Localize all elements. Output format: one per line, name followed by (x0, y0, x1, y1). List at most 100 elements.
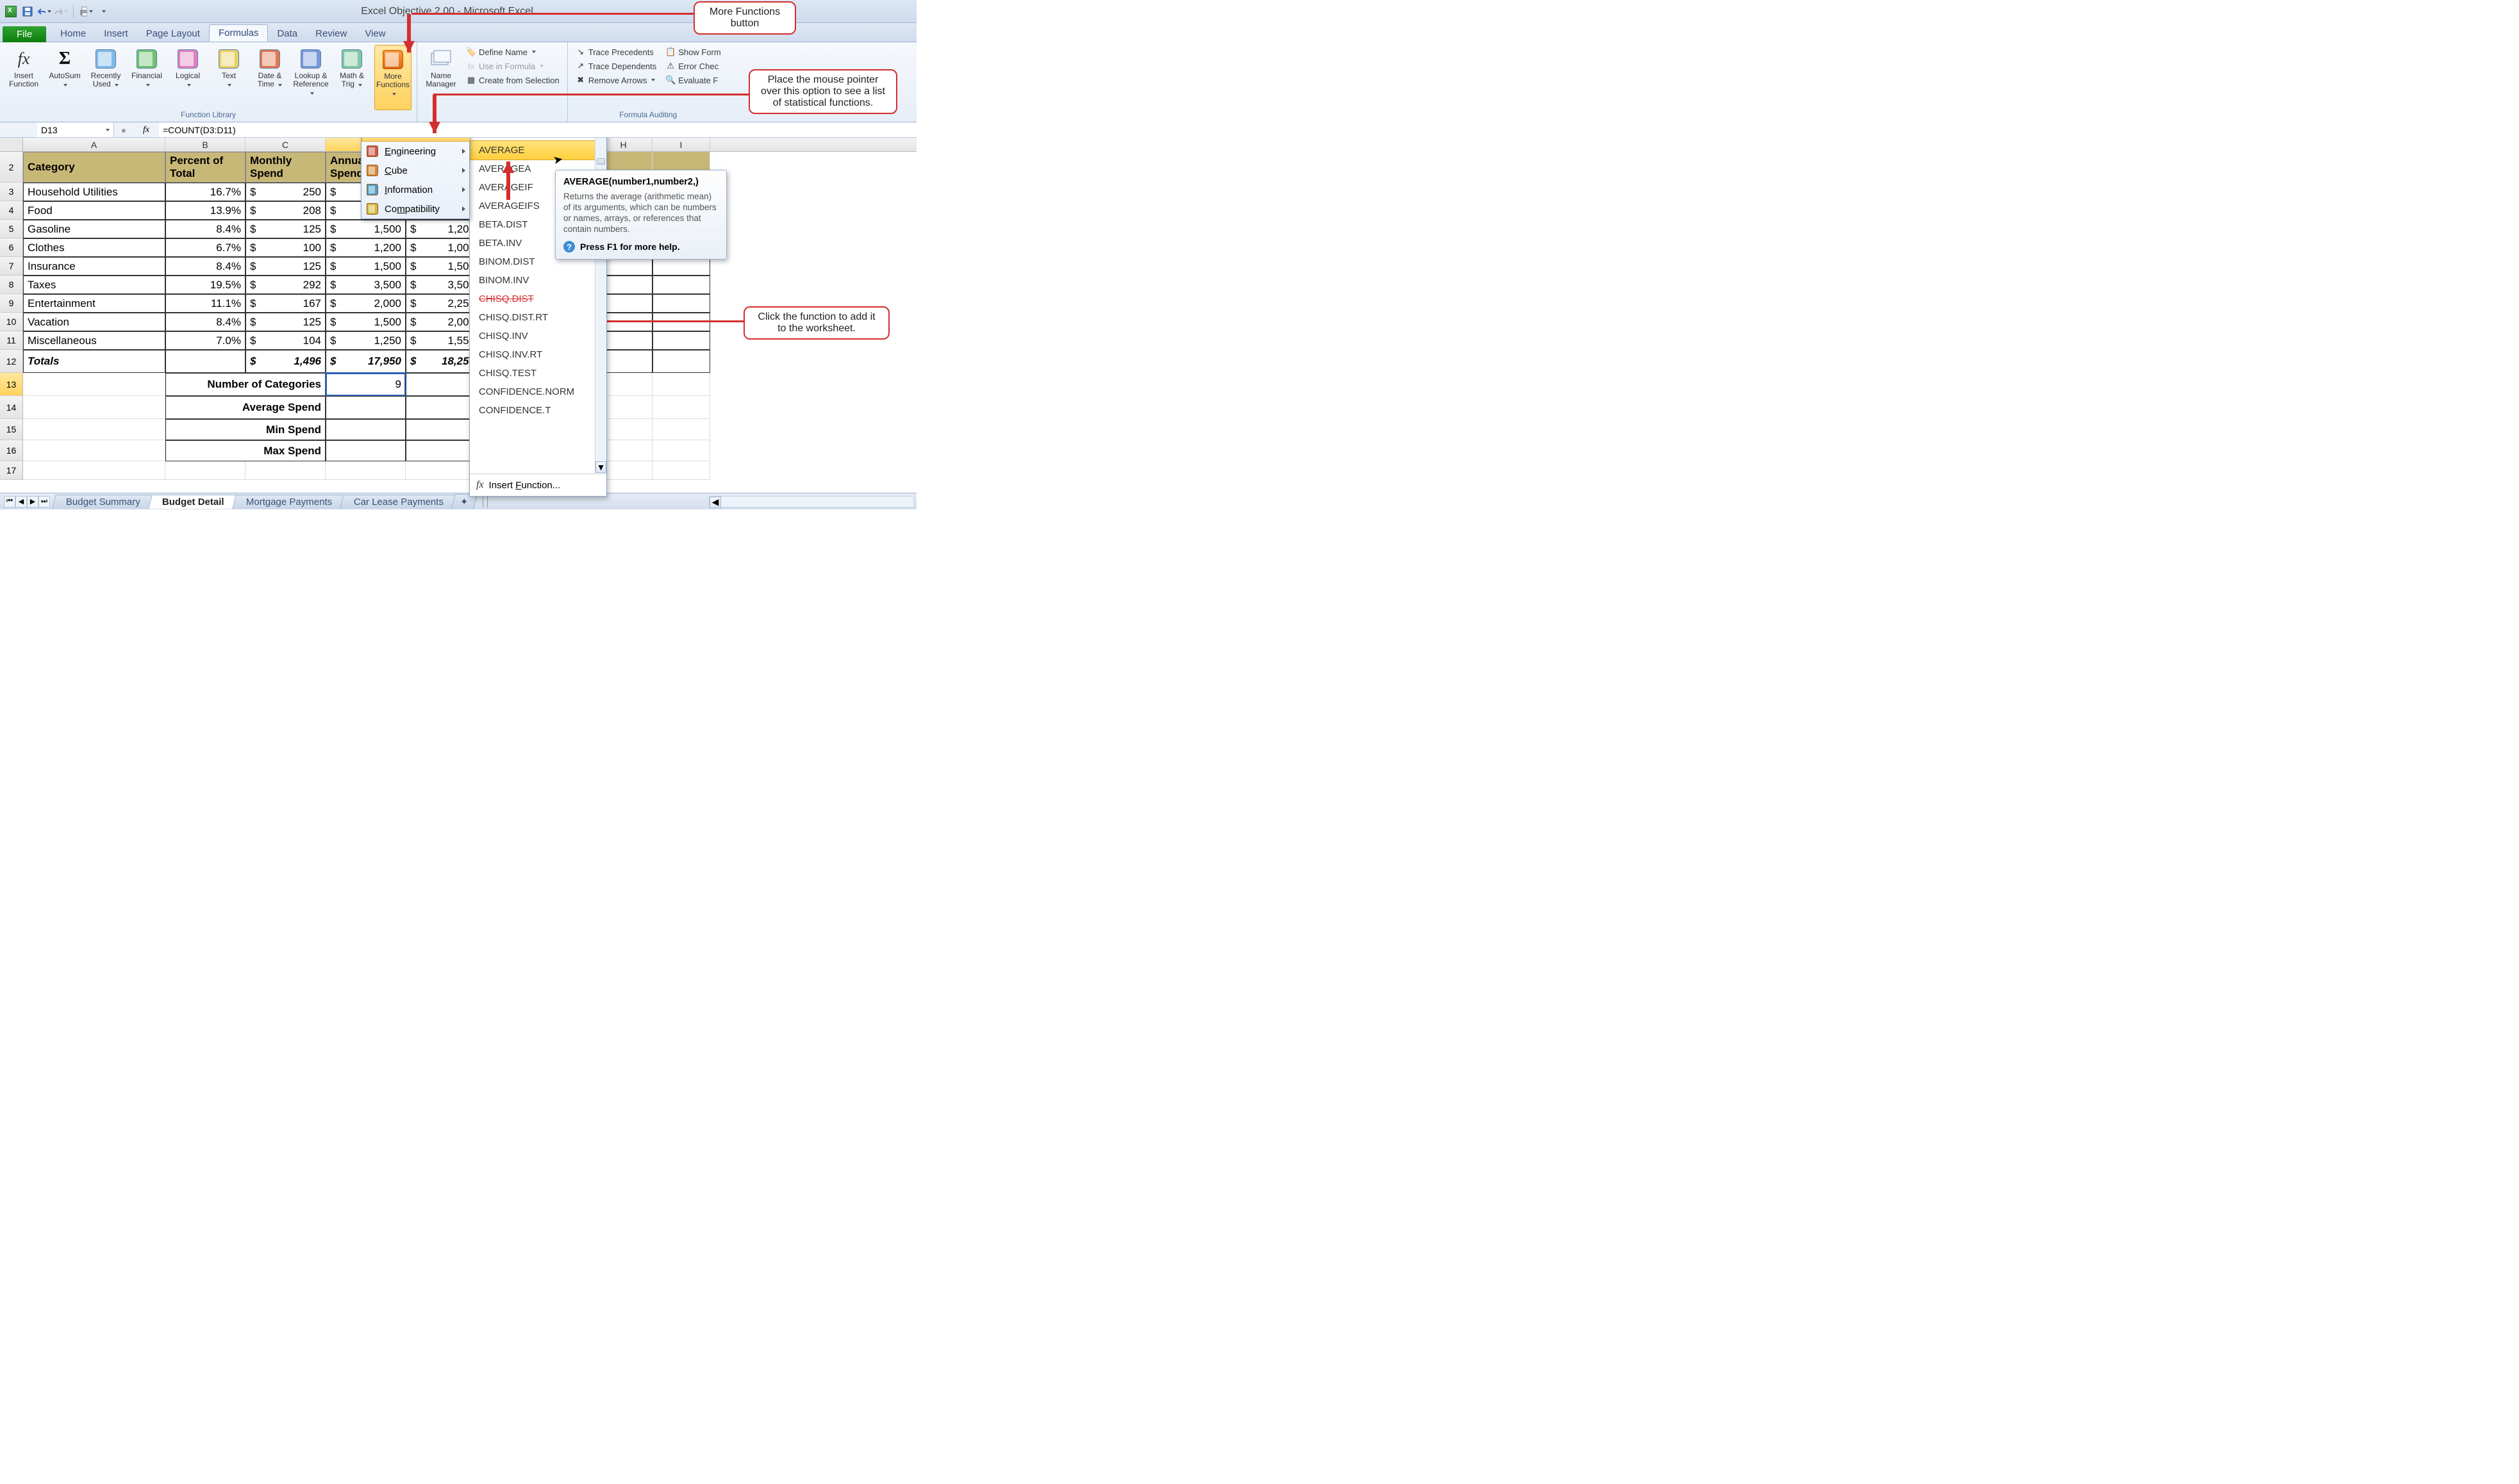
function-item-average[interactable]: AVERAGE (470, 141, 606, 160)
date-time-button[interactable]: Date &Time (251, 45, 288, 110)
cell[interactable]: Monthly Spend (245, 152, 326, 183)
summary-label[interactable]: Average Spend (165, 396, 326, 419)
row-header-15[interactable]: 15 (0, 419, 22, 440)
column-header-C[interactable]: C (245, 138, 326, 151)
summary-label[interactable]: Max Spend (165, 440, 326, 461)
cell[interactable]: $125 (245, 313, 326, 331)
cell[interactable]: $125 (245, 257, 326, 276)
tab-formulas[interactable]: Formulas (209, 24, 269, 42)
cell[interactable]: $1,558 (406, 331, 479, 350)
column-header-B[interactable]: B (165, 138, 245, 151)
function-item-chisq-dist[interactable]: CHISQ.DIST (470, 290, 606, 308)
cell[interactable]: 6.7% (165, 238, 245, 257)
row-header-3[interactable]: 3 (0, 183, 22, 201)
function-item-confidence-t[interactable]: CONFIDENCE.T (470, 401, 606, 420)
cell[interactable]: $125 (245, 220, 326, 238)
sheet-nav-prev[interactable]: ◀ (15, 496, 27, 507)
cell[interactable]: $3,500 (406, 276, 479, 294)
column-header-A[interactable]: A (23, 138, 165, 151)
cell[interactable]: $1,200 (406, 220, 479, 238)
cell[interactable]: $3,500 (326, 276, 406, 294)
text-button[interactable]: Text (210, 45, 247, 110)
cell[interactable]: Taxes (23, 276, 165, 294)
menu-item-compatibility[interactable]: Compatibility (362, 199, 470, 218)
cell[interactable]: $2,000 (406, 313, 479, 331)
sheet-nav-first[interactable]: ⏮ (4, 496, 15, 507)
create-from-selection-button[interactable]: ▦Create from Selection (463, 74, 562, 86)
row-header-13[interactable]: 13 (0, 373, 22, 396)
evaluate-formula-button[interactable]: 🔍Evaluate F (663, 74, 723, 86)
cell[interactable]: Percent of Total (165, 152, 245, 183)
qat-customize-icon[interactable] (96, 4, 110, 19)
cell[interactable]: $2,000 (326, 294, 406, 313)
row-header-11[interactable]: 11 (0, 331, 22, 350)
cell[interactable]: $1,500 (406, 257, 479, 276)
summary-value[interactable] (326, 396, 406, 419)
row-header-10[interactable]: 10 (0, 313, 22, 331)
cell[interactable]: 11.1% (165, 294, 245, 313)
tab-data[interactable]: Data (268, 26, 306, 42)
row-header-12[interactable]: 12 (0, 350, 22, 373)
name-manager-button[interactable]: NameManager (422, 45, 460, 110)
formula-input[interactable]: =COUNT(D3:D11) (159, 122, 917, 137)
cell[interactable]: 19.5% (165, 276, 245, 294)
cell[interactable]: $100 (245, 238, 326, 257)
summary-label[interactable]: Number of Categories (165, 373, 326, 396)
cell[interactable]: $167 (245, 294, 326, 313)
define-name-button[interactable]: 🏷️Define Name (463, 46, 562, 58)
row-header-6[interactable]: 6 (0, 238, 22, 257)
insert-function-button[interactable]: fxInsertFunction (5, 45, 42, 110)
cell[interactable]: $1,000 (406, 238, 479, 257)
tab-page-layout[interactable]: Page Layout (137, 26, 209, 42)
summary-value[interactable]: 9 (326, 373, 406, 396)
sheet-tab-budget-summary[interactable]: Budget Summary (52, 495, 154, 509)
row-header-16[interactable]: 16 (0, 440, 22, 461)
cell[interactable]: $2,250 (406, 294, 479, 313)
cell[interactable]: $1,500 (326, 313, 406, 331)
more-functions-button[interactable]: MoreFunctions (374, 45, 412, 110)
fx-icon[interactable]: fx (133, 125, 159, 135)
function-item-chisq-inv-rt[interactable]: CHISQ.INV.RT (470, 345, 606, 364)
summary-value[interactable] (326, 440, 406, 461)
cell[interactable]: 8.4% (165, 313, 245, 331)
row-header-9[interactable]: 9 (0, 294, 22, 313)
cell[interactable]: $250 (245, 183, 326, 201)
cell[interactable]: 8.4% (165, 220, 245, 238)
cell[interactable]: $17,950 (326, 350, 406, 373)
name-box[interactable]: D13 (37, 122, 114, 137)
cell[interactable]: 13.9% (165, 201, 245, 220)
row-header-7[interactable]: 7 (0, 257, 22, 276)
tab-review[interactable]: Review (306, 26, 356, 42)
cell[interactable]: $1,500 (326, 257, 406, 276)
scroll-down-icon[interactable]: ▼ (595, 461, 606, 473)
error-checking-button[interactable]: ⚠Error Chec (663, 60, 723, 72)
cell[interactable]: Totals (23, 350, 165, 373)
row-header-4[interactable]: 4 (0, 201, 22, 220)
math-trig-button[interactable]: Math &Trig (333, 45, 370, 110)
financial-button[interactable]: Financial (128, 45, 165, 110)
excel-icon[interactable] (4, 4, 18, 19)
save-icon[interactable] (21, 4, 35, 19)
cell[interactable]: Clothes (23, 238, 165, 257)
recently-used-button[interactable]: RecentlyUsed (87, 45, 124, 110)
cell[interactable]: 7.0% (165, 331, 245, 350)
menu-item-engineering[interactable]: Engineering (362, 142, 470, 161)
row-header-5[interactable]: 5 (0, 220, 22, 238)
redo-icon[interactable] (54, 4, 68, 19)
cell[interactable]: Insurance (23, 257, 165, 276)
cell[interactable]: Vacation (23, 313, 165, 331)
cell[interactable]: 16.7% (165, 183, 245, 201)
cell[interactable]: Entertainment (23, 294, 165, 313)
menu-item-information[interactable]: Information (362, 180, 470, 199)
function-item-chisq-inv[interactable]: CHISQ.INV (470, 327, 606, 345)
row-header-8[interactable]: 8 (0, 276, 22, 294)
function-item-binom-inv[interactable]: BINOM.INV (470, 271, 606, 290)
print-icon[interactable] (79, 4, 93, 19)
function-item-confidence-norm[interactable]: CONFIDENCE.NORM (470, 383, 606, 401)
row-header-2[interactable]: 2 (0, 152, 22, 183)
cell[interactable]: $208 (245, 201, 326, 220)
cell[interactable]: Food (23, 201, 165, 220)
row-header-14[interactable]: 14 (0, 396, 22, 419)
summary-value[interactable] (326, 419, 406, 440)
select-all-corner[interactable] (0, 138, 23, 152)
